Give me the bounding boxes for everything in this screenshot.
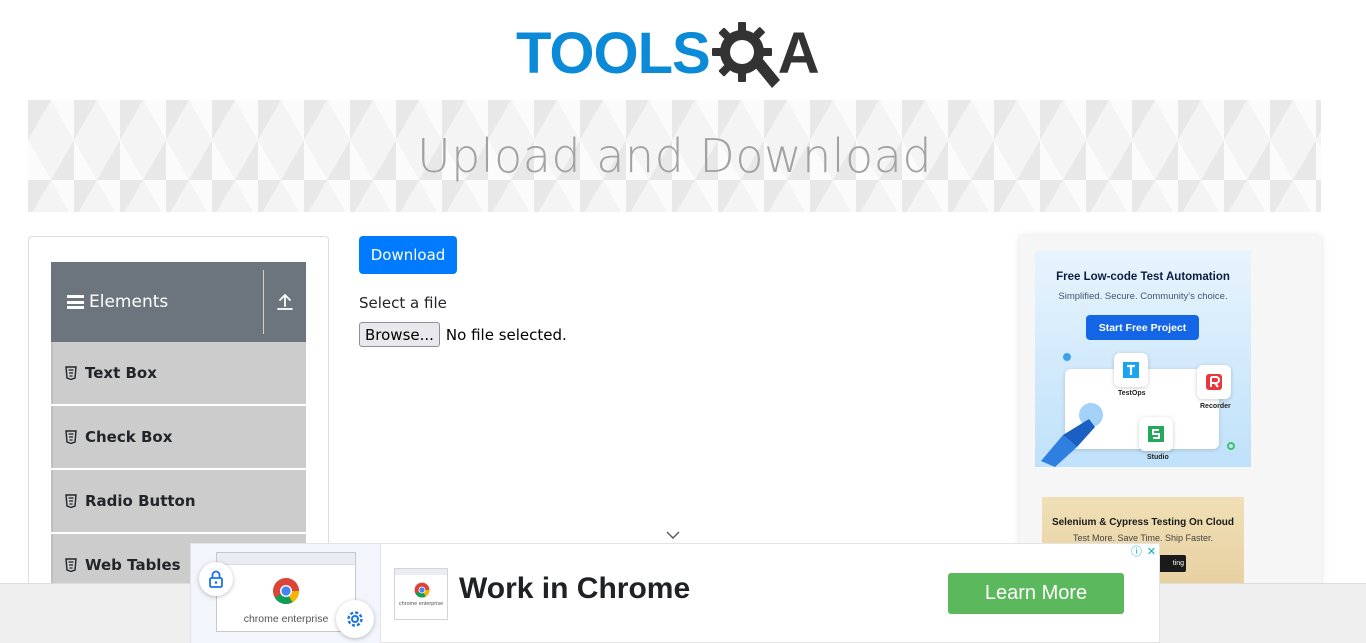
chrome-logo-icon bbox=[273, 578, 300, 605]
app-label: Studio bbox=[1147, 454, 1169, 461]
page-banner: Upload and Download bbox=[28, 100, 1321, 212]
sidebar-item-text-box[interactable]: Text Box bbox=[51, 342, 306, 404]
collapse-toggle[interactable] bbox=[264, 262, 306, 342]
file-input[interactable]: Browse... No file selected. bbox=[359, 322, 567, 347]
adchoices-info-icon[interactable]: ⓘ bbox=[1129, 544, 1144, 558]
decor-dot bbox=[1227, 442, 1235, 450]
sidebar-item-label: Radio Button bbox=[85, 492, 196, 510]
document-icon bbox=[65, 494, 77, 508]
ad-title: Free Low-code Test Automation bbox=[1056, 271, 1230, 283]
chevron-down-icon[interactable] bbox=[666, 530, 680, 540]
logo-text-tools: TOOLS bbox=[516, 21, 711, 86]
robot-arm-icon bbox=[1041, 403, 1103, 467]
sidebar-item-label: Web Tables bbox=[85, 556, 181, 574]
sidebar-group-label: Elements bbox=[89, 292, 169, 312]
chrome-enterprise-ad[interactable]: chrome enterprise chrome enterprise Work… bbox=[190, 543, 1160, 643]
learn-more-button[interactable]: Learn More bbox=[948, 573, 1124, 614]
document-icon bbox=[65, 558, 77, 572]
right-ad-column: Free Low-code Test Automation Simplified… bbox=[1020, 236, 1321, 597]
ad-headline: Work in Chrome bbox=[459, 572, 691, 605]
logo-text-a: A bbox=[777, 21, 820, 86]
sidebar-item-label: Check Box bbox=[85, 428, 173, 446]
lock-icon bbox=[199, 562, 233, 596]
settings-gear-icon bbox=[336, 600, 374, 638]
decor-dot bbox=[1063, 353, 1071, 361]
sidebar-group-elements[interactable]: Elements bbox=[51, 262, 306, 342]
document-icon bbox=[65, 430, 77, 444]
browser-tab-bar bbox=[395, 569, 447, 575]
select-file-label: Select a file bbox=[359, 294, 447, 312]
browser-window-illustration: chrome enterprise bbox=[216, 552, 356, 632]
upload-arrow-icon bbox=[277, 293, 293, 310]
file-status-text: No file selected. bbox=[445, 325, 567, 344]
katalon-ad[interactable]: Free Low-code Test Automation Simplified… bbox=[1035, 251, 1251, 467]
testops-app-icon bbox=[1114, 353, 1148, 387]
ad-subtitle: Simplified. Secure. Community's choice. bbox=[1058, 291, 1228, 302]
hamburger-icon bbox=[67, 295, 84, 309]
chrome-logo-icon bbox=[414, 582, 430, 598]
download-button[interactable]: Download bbox=[359, 236, 457, 274]
gear-magnifier-icon bbox=[711, 22, 780, 88]
recorder-app-icon bbox=[1197, 365, 1231, 399]
chrome-enterprise-label: chrome enterprise bbox=[243, 613, 329, 625]
sidebar-item-check-box[interactable]: Check Box bbox=[51, 406, 306, 468]
ad-small-thumbnail: chrome enterprise bbox=[394, 568, 448, 620]
close-ad-icon[interactable]: ✕ bbox=[1144, 544, 1159, 558]
browser-tab-bar bbox=[217, 553, 355, 565]
toolsqa-logo[interactable]: TOOLS A bbox=[516, 14, 846, 94]
document-icon bbox=[65, 366, 77, 380]
browse-button[interactable]: Browse... bbox=[359, 322, 440, 347]
sidebar-item-radio-button[interactable]: Radio Button bbox=[51, 470, 306, 532]
ad-title: Selenium & Cypress Testing On Cloud bbox=[1051, 517, 1235, 528]
page-title: Upload and Download bbox=[416, 129, 933, 183]
app-label: TestOps bbox=[1118, 390, 1146, 397]
app-label: Recorder bbox=[1200, 403, 1231, 410]
studio-app-icon bbox=[1139, 417, 1173, 451]
ad-choices[interactable]: ⓘ ✕ bbox=[1129, 544, 1159, 559]
chrome-enterprise-label: chrome enterprise bbox=[398, 601, 444, 607]
ad-subtitle: Test More. Save Time. Ship Faster. bbox=[1072, 533, 1214, 543]
ad-thumbnail: chrome enterprise bbox=[191, 544, 381, 643]
start-free-project-button[interactable]: Start Free Project bbox=[1086, 315, 1199, 340]
sidebar-item-label: Text Box bbox=[85, 364, 157, 382]
logo-qa: A bbox=[711, 18, 820, 90]
sidebar-group-header[interactable]: Elements bbox=[51, 292, 263, 312]
